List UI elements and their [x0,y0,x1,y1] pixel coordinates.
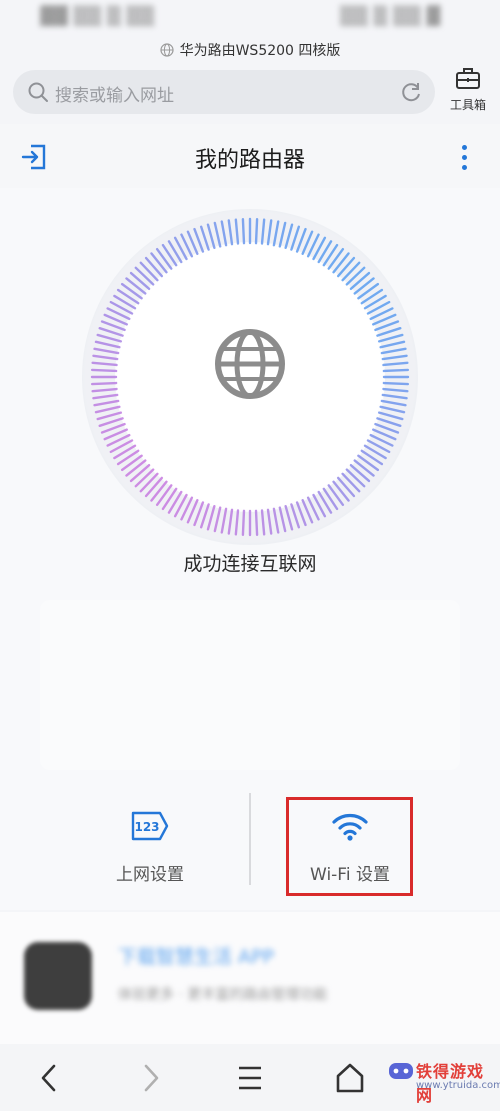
watermark: 铁得游戏网 www.ytruida.com [388,1048,500,1108]
more-options-icon[interactable] [452,142,476,174]
status-bar-right: ▒▒ ▒ ▒▒ ▓ [340,6,441,27]
ring-tick [241,509,246,537]
site-title: 华为路由WS5200 四核版 [179,43,341,59]
promo-subtitle: 体验更多 · 更丰富的路由管理功能 [118,987,328,1003]
status-bar-left: ▓▓ ▒▒ ▒ ▒▒ [40,6,155,27]
ring-tick [90,381,118,386]
watermark-logo-icon [388,1060,414,1086]
search-icon [27,81,49,107]
highlight-box [286,797,413,896]
action-divider [249,793,251,885]
123-tag-icon: 123 [130,810,170,846]
ring-tick [90,368,118,373]
app-promo-banner[interactable]: 下载智慧生活 APP 体验更多 · 更丰富的路由管理功能 [0,912,500,1044]
menu-icon[interactable] [230,1060,270,1096]
internet-settings-label: 上网设置 [116,865,184,885]
toolbox-icon [455,68,481,94]
ring-tick [254,217,259,245]
status-bar: ▓▓ ▒▒ ▒ ▒▒ ▒▒ ▒ ▒▒ ▓ [0,0,500,34]
ring-tick [382,368,410,373]
svg-text:123: 123 [134,820,159,834]
forward-icon[interactable] [130,1060,170,1096]
ring-tick [254,509,259,537]
connection-status: 成功连接互联网 [183,553,317,575]
toolbox-label: 工具箱 [449,98,486,112]
ring-tick [382,381,410,386]
back-icon[interactable] [30,1060,70,1096]
address-placeholder: 搜索或输入网址 [55,86,174,106]
connection-ring-graphic [82,209,418,545]
page-title: 我的路由器 [194,148,305,173]
panel-card [40,600,460,770]
reload-icon[interactable] [399,80,423,108]
app-logo [24,942,92,1010]
home-icon[interactable] [330,1060,370,1096]
toolbox-button[interactable]: 工具箱 [444,68,492,116]
site-title-line: 华为路由WS5200 四核版 [0,40,500,62]
globe-small-icon [159,43,174,61]
connection-ring [80,207,420,547]
app-header: 我的路由器 [0,124,500,188]
address-bar[interactable]: 搜索或输入网址 [13,70,435,114]
internet-settings-button[interactable]: 123 上网设置 [65,800,235,896]
promo-title: 下载智慧生活 APP [118,946,274,968]
watermark-url: www.ytruida.com [416,1080,500,1091]
ring-tick [241,217,246,245]
